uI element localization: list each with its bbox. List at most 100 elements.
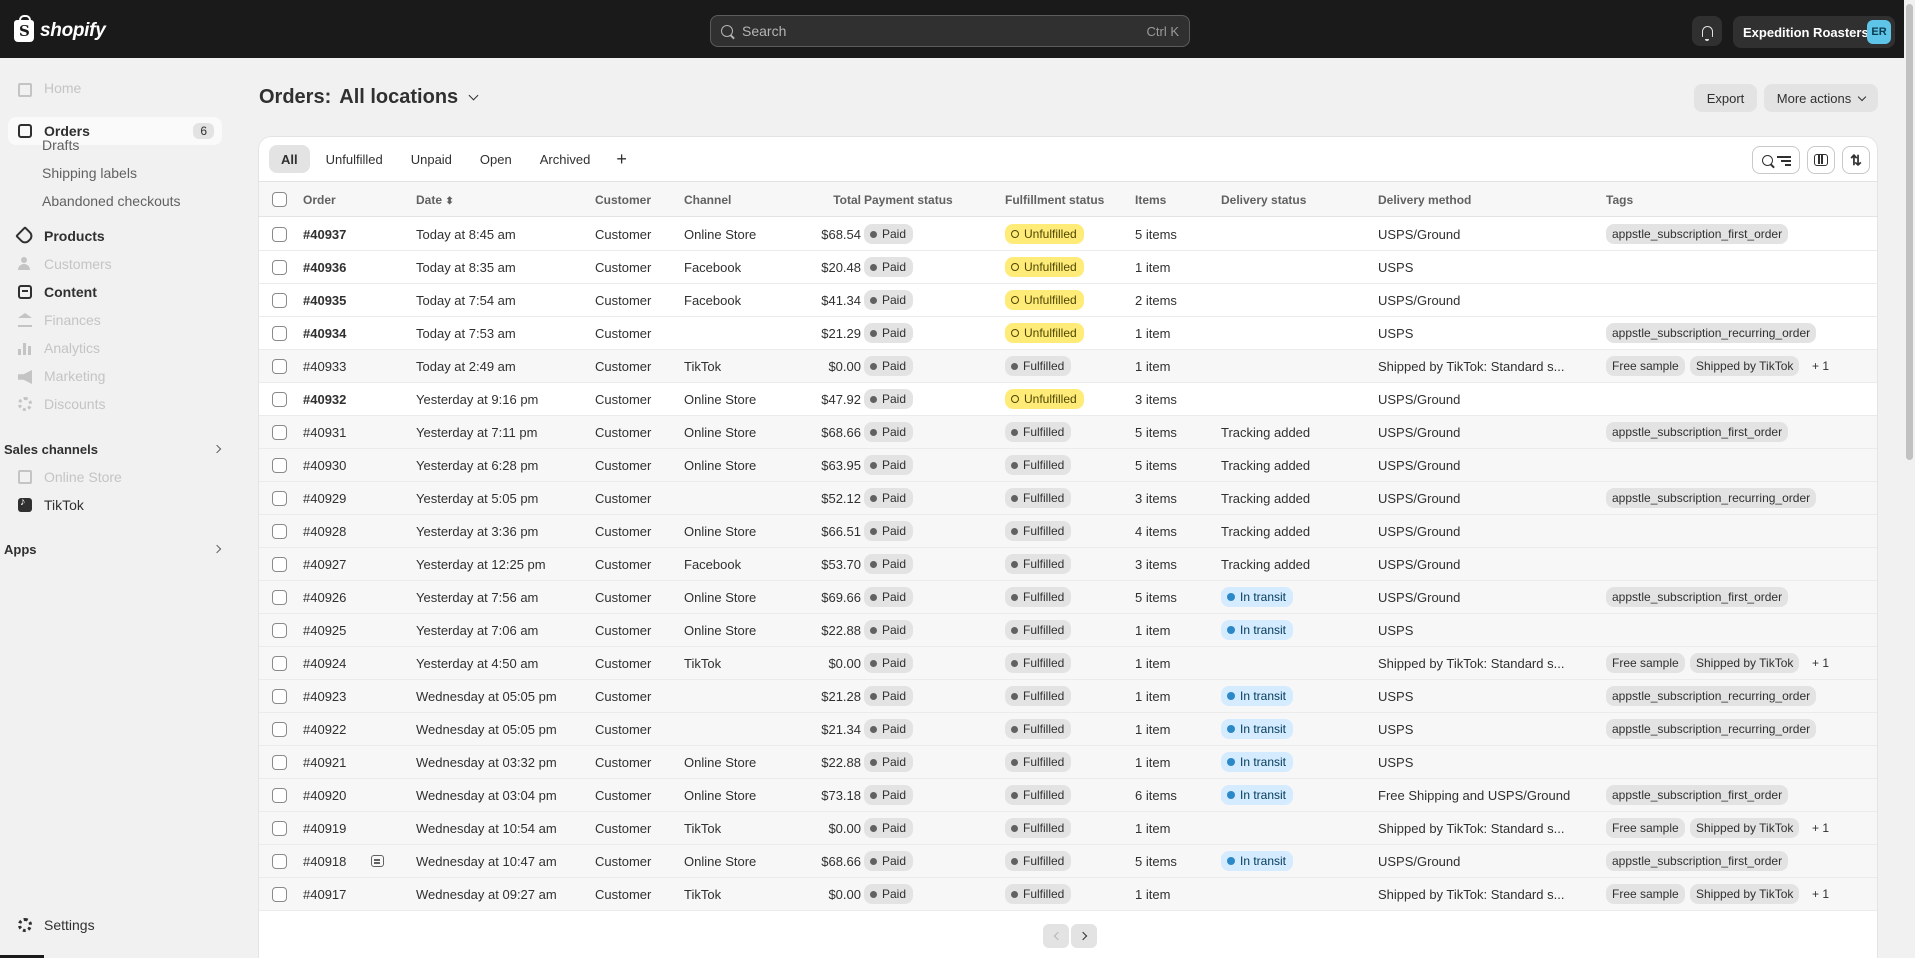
- search-bar[interactable]: Ctrl K: [710, 15, 1190, 47]
- order-number[interactable]: #40930: [303, 458, 346, 473]
- order-number[interactable]: #40921: [303, 755, 346, 770]
- col-tags[interactable]: Tags: [1606, 193, 1633, 207]
- row-checkbox[interactable]: [272, 722, 287, 737]
- col-date[interactable]: Date ⬍: [416, 193, 454, 207]
- order-number[interactable]: #40925: [303, 623, 346, 638]
- row-checkbox[interactable]: [272, 326, 287, 341]
- sort-button[interactable]: ⇅: [1842, 146, 1870, 174]
- table-row[interactable]: #40926 Yesterday at 7:56 am Customer Online…: [259, 581, 1877, 614]
- col-delivery-method[interactable]: Delivery method: [1378, 193, 1471, 207]
- row-checkbox[interactable]: [272, 854, 287, 869]
- next-page-button[interactable]: [1071, 924, 1097, 948]
- order-number[interactable]: #40936: [303, 260, 346, 275]
- order-items[interactable]: 5 items: [1135, 227, 1177, 242]
- table-row[interactable]: #40935 Today at 7:54 am Customer Facebook $4…: [259, 284, 1877, 317]
- row-checkbox[interactable]: [272, 590, 287, 605]
- table-row[interactable]: #40921 Wednesday at 03:32 pm Customer Onlin…: [259, 746, 1877, 779]
- table-row[interactable]: #40934 Today at 7:53 am Customer $21.29 Paid…: [259, 317, 1877, 350]
- table-row[interactable]: #40919 Wednesday at 10:54 am Customer TikTo…: [259, 812, 1877, 845]
- table-row[interactable]: #40928 Yesterday at 3:36 pm Customer Online…: [259, 515, 1877, 548]
- col-delivery-status[interactable]: Delivery status: [1221, 193, 1306, 207]
- more-tags-count[interactable]: + 1: [1812, 887, 1829, 901]
- page-title[interactable]: Orders: All locations: [259, 86, 479, 109]
- table-row[interactable]: #40918 Wednesday at 10:47 am Customer Onlin…: [259, 845, 1877, 878]
- order-number[interactable]: #40933: [303, 359, 346, 374]
- table-row[interactable]: #40924 Yesterday at 4:50 am Customer TikTok…: [259, 647, 1877, 680]
- table-row[interactable]: #40937 Today at 8:45 am Customer Online Sto…: [259, 218, 1877, 251]
- row-checkbox[interactable]: [272, 524, 287, 539]
- order-number[interactable]: #40920: [303, 788, 346, 803]
- apps-header[interactable]: Apps: [4, 542, 222, 557]
- order-items[interactable]: 1 item: [1135, 689, 1170, 704]
- sidebar-item-drafts[interactable]: Drafts: [42, 137, 79, 153]
- col-customer[interactable]: Customer: [595, 193, 651, 207]
- more-actions-button[interactable]: More actions: [1764, 84, 1878, 112]
- order-items[interactable]: 5 items: [1135, 590, 1177, 605]
- order-items[interactable]: 3 items: [1135, 491, 1177, 506]
- sidebar-item-abandoned-checkouts[interactable]: Abandoned checkouts: [42, 193, 181, 209]
- order-items[interactable]: 3 items: [1135, 557, 1177, 572]
- notifications-button[interactable]: [1692, 16, 1722, 46]
- row-checkbox[interactable]: [272, 557, 287, 572]
- table-row[interactable]: #40936 Today at 8:35 am Customer Facebook $2…: [259, 251, 1877, 284]
- sidebar-item-analytics[interactable]: Analytics: [8, 334, 222, 362]
- order-number[interactable]: #40931: [303, 425, 346, 440]
- tab-unpaid[interactable]: Unpaid: [399, 145, 464, 173]
- table-row[interactable]: #40927 Yesterday at 12:25 pm Customer Faceb…: [259, 548, 1877, 581]
- order-items[interactable]: 6 items: [1135, 788, 1177, 803]
- row-checkbox[interactable]: [272, 491, 287, 506]
- table-row[interactable]: #40929 Yesterday at 5:05 pm Customer $52.12…: [259, 482, 1877, 515]
- table-row[interactable]: #40917 Wednesday at 09:27 am Customer TikTo…: [259, 878, 1877, 911]
- sidebar-item-products[interactable]: Products: [8, 222, 222, 250]
- tab-unfulfilled[interactable]: Unfulfilled: [314, 145, 395, 173]
- order-number[interactable]: #40924: [303, 656, 346, 671]
- row-checkbox[interactable]: [272, 392, 287, 407]
- order-items[interactable]: 5 items: [1135, 854, 1177, 869]
- store-menu-button[interactable]: Expedition Roasters ER: [1733, 16, 1895, 48]
- more-tags-count[interactable]: + 1: [1812, 656, 1829, 670]
- sidebar-item-tiktok[interactable]: TikTok: [8, 491, 222, 519]
- sidebar-item-home[interactable]: Home: [8, 74, 222, 102]
- order-number[interactable]: #40922: [303, 722, 346, 737]
- row-checkbox[interactable]: [272, 425, 287, 440]
- order-items[interactable]: 1 item: [1135, 260, 1170, 275]
- table-row[interactable]: #40932 Yesterday at 9:16 pm Customer Online…: [259, 383, 1877, 416]
- sidebar-item-orders[interactable]: Orders 6: [8, 117, 222, 145]
- row-checkbox[interactable]: [272, 458, 287, 473]
- col-order[interactable]: Order: [303, 193, 336, 207]
- table-row[interactable]: #40920 Wednesday at 03:04 pm Customer Onlin…: [259, 779, 1877, 812]
- row-checkbox[interactable]: [272, 260, 287, 275]
- order-number[interactable]: #40927: [303, 557, 346, 572]
- order-number[interactable]: #40932: [303, 392, 346, 407]
- col-items[interactable]: Items: [1135, 193, 1166, 207]
- order-number[interactable]: #40917: [303, 887, 346, 902]
- order-number[interactable]: #40937: [303, 227, 346, 242]
- order-number[interactable]: #40935: [303, 293, 346, 308]
- row-checkbox[interactable]: [272, 623, 287, 638]
- row-checkbox[interactable]: [272, 359, 287, 374]
- sidebar-item-discounts[interactable]: Discounts: [8, 390, 222, 418]
- search-input[interactable]: [742, 23, 1147, 39]
- row-checkbox[interactable]: [272, 887, 287, 902]
- order-number[interactable]: #40918: [303, 854, 346, 869]
- order-items[interactable]: 5 items: [1135, 425, 1177, 440]
- select-all-checkbox[interactable]: [272, 192, 287, 207]
- table-row[interactable]: #40923 Wednesday at 05:05 pm Customer $21.2…: [259, 680, 1877, 713]
- add-view-button[interactable]: +: [606, 145, 637, 173]
- col-channel[interactable]: Channel: [684, 193, 731, 207]
- order-items[interactable]: 5 items: [1135, 458, 1177, 473]
- sidebar-item-finances[interactable]: Finances: [8, 306, 222, 334]
- table-row[interactable]: #40930 Yesterday at 6:28 pm Customer Online…: [259, 449, 1877, 482]
- order-items[interactable]: 1 item: [1135, 326, 1170, 341]
- sidebar-item-online-store[interactable]: Online Store: [8, 463, 222, 491]
- order-items[interactable]: 1 item: [1135, 623, 1170, 638]
- order-items[interactable]: 1 item: [1135, 821, 1170, 836]
- more-tags-count[interactable]: + 1: [1812, 359, 1829, 373]
- columns-button[interactable]: [1807, 146, 1835, 174]
- table-row[interactable]: #40925 Yesterday at 7:06 am Customer Online…: [259, 614, 1877, 647]
- sidebar-item-marketing[interactable]: Marketing: [8, 362, 222, 390]
- order-number[interactable]: #40926: [303, 590, 346, 605]
- sidebar-item-customers[interactable]: Customers: [8, 250, 222, 278]
- more-tags-count[interactable]: + 1: [1812, 821, 1829, 835]
- order-items[interactable]: 1 item: [1135, 656, 1170, 671]
